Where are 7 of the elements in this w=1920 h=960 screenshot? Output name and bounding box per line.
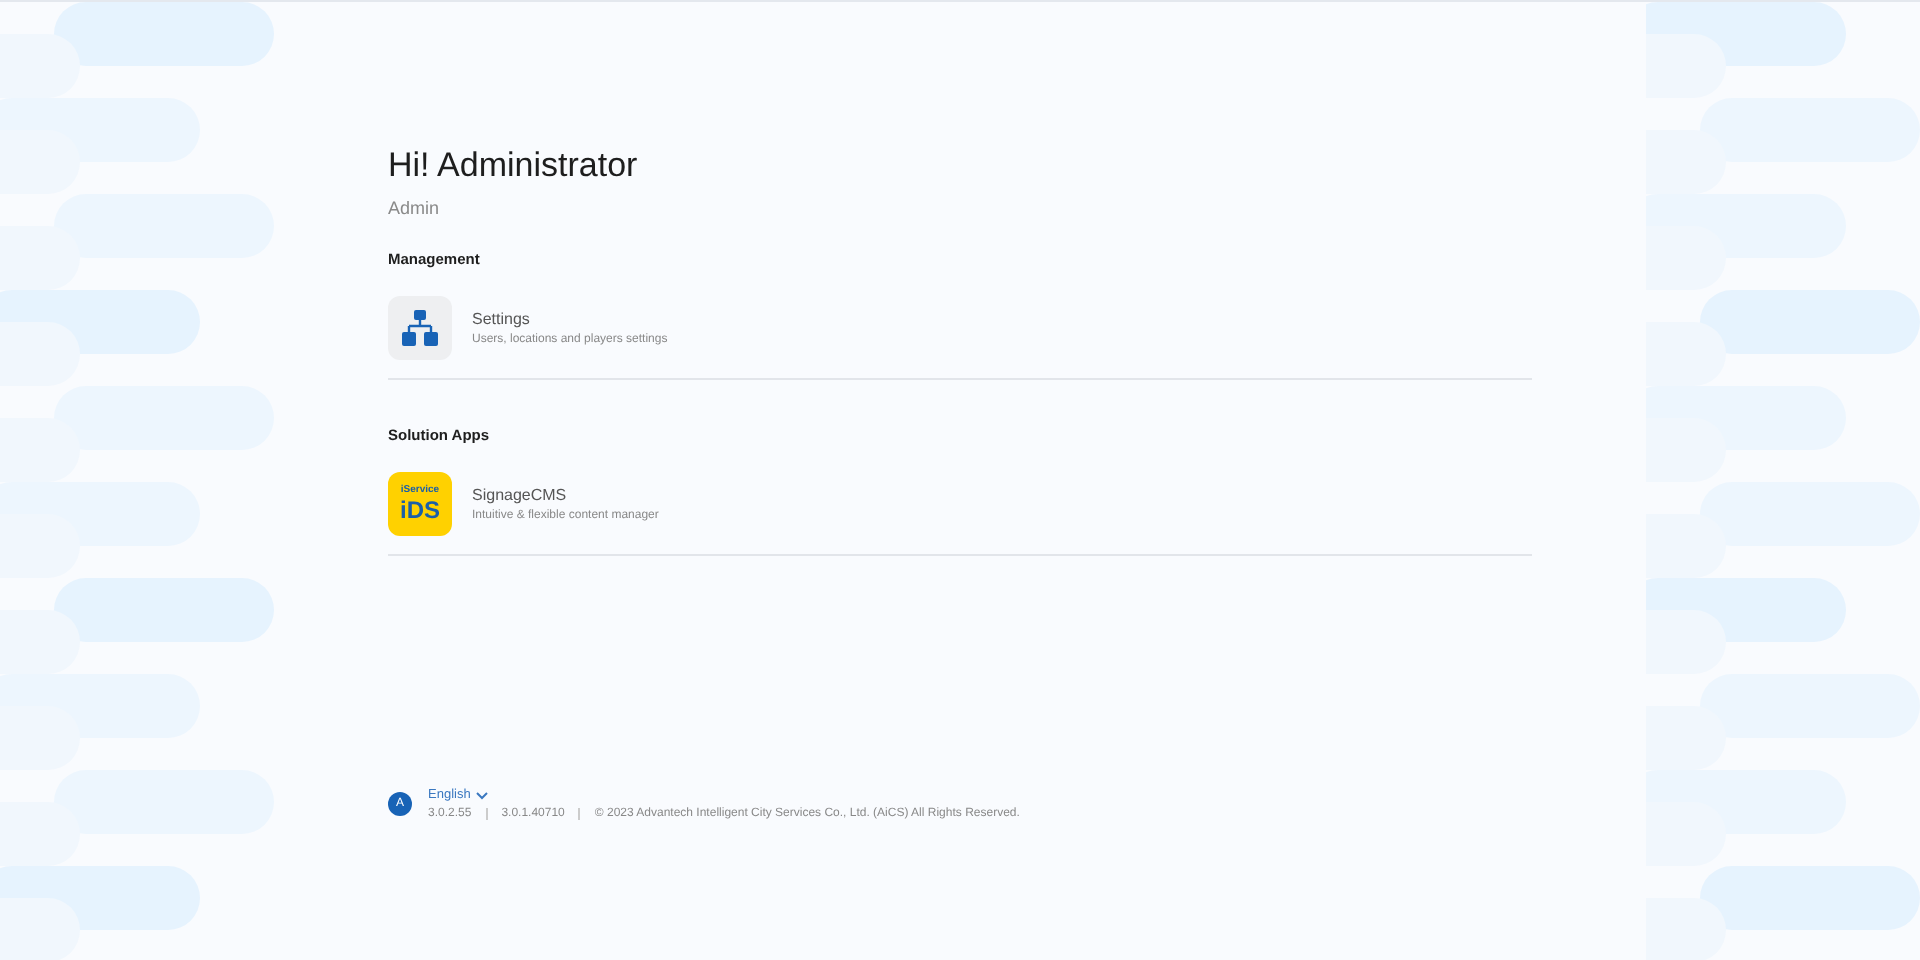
hierarchy-icon — [402, 310, 438, 346]
settings-tile[interactable] — [388, 296, 452, 360]
item-name[interactable]: Settings — [472, 310, 668, 328]
chevron-down-icon — [476, 791, 489, 799]
item-name[interactable]: SignageCMS — [472, 486, 659, 504]
user-role: Admin — [388, 198, 442, 218]
greeting-title: Hi! Administrator — [388, 146, 640, 186]
